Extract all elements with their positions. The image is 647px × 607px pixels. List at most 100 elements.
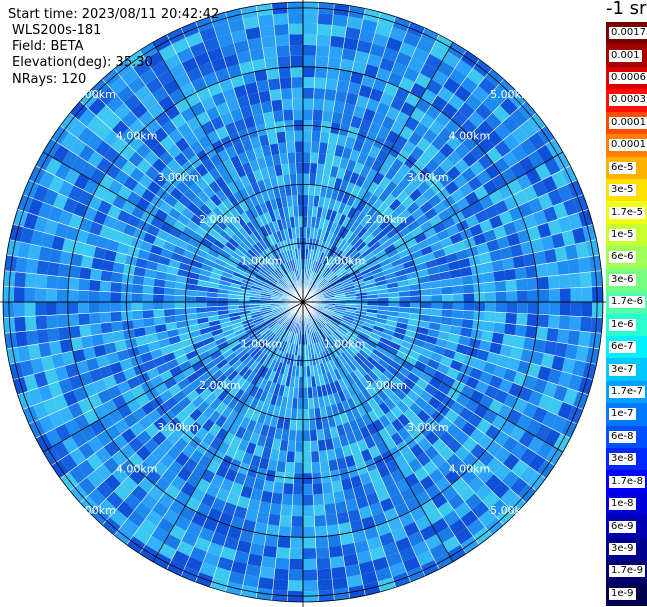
ppi-gate-cell [303,505,315,517]
range-ring-label: 2.00km [199,379,241,392]
colorbar-tick-label: 1.7e-9 [609,565,646,578]
ppi-scan-plot: 1.00km 1.00km 1.00km 1.00km 2.00km 2.00km 2.00… [0,0,606,607]
range-ring-label: 3.00km [407,171,449,184]
ppi-gate-cell [142,293,154,302]
instrument-label: WLS200s-181 [12,23,102,38]
ppi-gate-cell [35,274,48,289]
range-ring-label: 1.00km [324,254,366,267]
ppi-gate-cell [441,286,453,295]
range-ring-label: 2.00km [199,213,241,226]
ppi-gate-cell [295,441,303,452]
ppi-gate-cell [163,294,175,302]
ppi-gate-cell [303,398,309,410]
ppi-gate-cell [100,270,113,282]
ppi-gate-cell [292,483,303,495]
ppi-gate-cell [99,291,111,302]
ppi-gate-cell [290,537,303,549]
ppi-gate-cell [580,271,592,288]
ppi-gate-cell [45,302,57,316]
ppi-gate-cell [580,316,592,333]
ppi-gate-cell [279,515,292,527]
ppi-gate-cell [504,268,517,281]
ppi-gate-cell [47,261,60,277]
ppi-gate-cell [79,324,92,338]
ppi-gate-cell [484,291,496,302]
ppi-gate-cell [325,513,339,526]
ppi-gate-cell [495,291,507,302]
ppi-gate-cell [303,44,317,56]
ppi-gate-cell [277,536,291,549]
ppi-gate-cell [289,548,303,560]
ppi-gate-cell [567,329,581,346]
ppi-gate-cell [285,461,295,474]
ppi-gate-cell [495,302,507,313]
colorbar-tick-label: 0.0017 [609,27,647,40]
ppi-gate-cell [46,314,58,329]
range-ring-label: 2.00km [365,379,407,392]
ppi-gate-cell [420,295,432,302]
ppi-gate-cell [281,98,293,111]
ppi-gate-cell [484,311,496,323]
ppi-gate-cell [570,302,582,317]
ppi-gate-cell [409,302,421,309]
ppi-gate-cell [286,141,296,153]
ppi-gate-cell [257,14,274,27]
ppi-gate-cell [303,87,315,99]
ppi-gate-cell [276,547,291,559]
nrays-label: NRays: 120 [12,72,87,87]
ppi-gate-cell [399,296,411,302]
ppi-gate-cell [505,279,517,292]
ppi-gate-cell [56,302,68,315]
colorbar-tick-label: 6e-7 [609,341,636,354]
ppi-gate-cell [570,287,582,302]
ppi-gate-cell [569,316,582,332]
ppi-gate-cell [313,98,325,111]
ppi-gate-cell [185,295,197,302]
ppi-gate-cell [142,285,154,295]
colorbar-tick-label: 6e-8 [609,430,636,443]
ppi-gate-cell [277,55,291,68]
ppi-gate-cell [14,271,26,288]
ppi-gate-cell [314,77,327,89]
ppi-gate-cell [100,322,113,334]
ppi-gate-cell [323,492,335,505]
ppi-gate-cell [272,13,289,25]
ppi-gate-cell [303,12,319,24]
ppi-gate-cell [311,130,321,143]
ppi-gate-cell [303,98,314,110]
ppi-gate-cell [527,289,539,302]
ppi-gate-cell [581,286,593,302]
ppi-gate-cell [110,302,122,313]
ppi-gate-cell [315,45,330,57]
ppi-gate-cell [399,302,411,308]
ppi-gate-cell [78,313,90,326]
ppi-gate-cell [303,548,317,560]
ppi-gate-cell [282,483,294,495]
ppi-gate-cell [538,302,550,315]
ppi-gate-cell [506,302,518,314]
ppi-gate-cell [264,56,279,70]
ppi-gate-cell [89,312,101,325]
ppi-gate-cell [549,302,561,316]
ppi-gate-cell [56,289,68,302]
ppi-gate-cell [549,288,561,302]
ppi-gate-cell [271,492,283,505]
ppi-gate-cell [493,322,506,334]
ppi-gate-cell [314,515,327,527]
colorbar-tick-label: 3e-9 [609,542,636,555]
ppi-gate-cell [303,483,314,495]
ppi-gate-cell [303,494,314,506]
ppi-gate-cell [99,280,112,292]
ppi-gate-cell [288,569,303,581]
ppi-gate-cell [546,327,559,343]
ppi-gate-cell [303,430,311,442]
ppi-gate-cell [290,526,303,538]
ppi-gate-cell [328,46,344,59]
ppi-gate-cell [295,152,303,163]
ppi-gate-cell [535,263,549,278]
colorbar-tick-label: 1e-8 [609,498,636,511]
colorbar-tick-label: 1.7e-7 [609,385,646,398]
ppi-gate-cell [297,398,303,410]
ppi-gate-cell [259,566,276,580]
ppi-gate-cell [303,152,311,163]
